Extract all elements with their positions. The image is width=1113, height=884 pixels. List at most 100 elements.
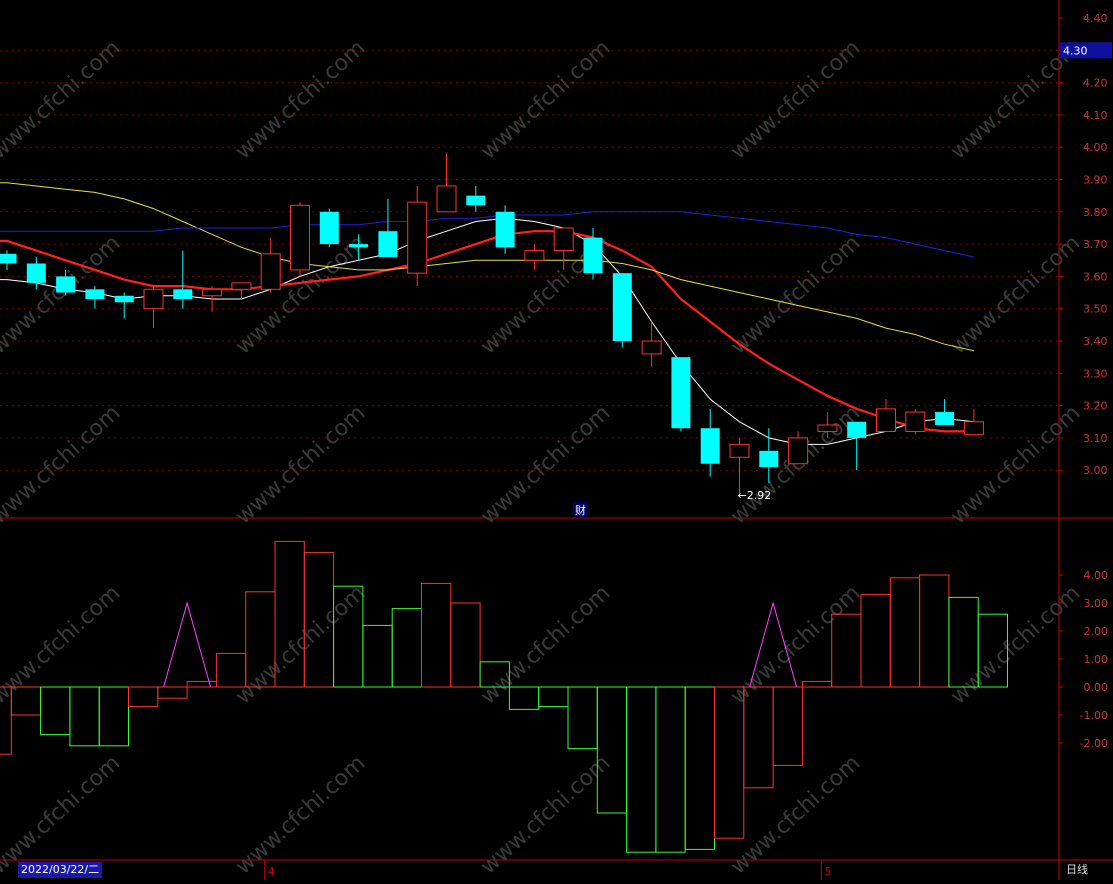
candle-body-up [202, 288, 223, 297]
candle [378, 198, 398, 258]
indicator-tick-label: -2.00 [1080, 737, 1108, 750]
price-tick-label: 3.20 [1083, 400, 1108, 413]
candle-body-down [847, 421, 867, 438]
candle-body-up [260, 253, 281, 290]
candle-body-down [319, 211, 339, 245]
candle [260, 237, 281, 293]
candle-body-up [231, 282, 252, 290]
watermark-layer: www.cfchi.com www.cfchi.com www.cfchi.com w… [0, 36, 1085, 880]
indicator-bar [128, 686, 159, 708]
candlestick-chart[interactable]: www.cfchi.com www.cfchi.com www.cfchi.com w… [0, 0, 1113, 880]
indicator-bar [684, 686, 716, 850]
indicator-bar [421, 582, 452, 688]
candle [729, 437, 750, 497]
low-price-annotation: ←2.92 [738, 489, 772, 502]
candle-body-down [935, 412, 955, 425]
candle-body-down [378, 231, 398, 258]
price-tick-label: 3.00 [1083, 464, 1108, 477]
candle [290, 202, 310, 277]
candle-body-up [290, 204, 310, 271]
watermark-text: www.cfchi.com [946, 231, 1085, 360]
indicator-tick-label: 2.00 [1084, 625, 1109, 638]
indicator-bar [655, 686, 686, 853]
indicator-bar [538, 686, 569, 708]
candle-body-down [0, 253, 17, 264]
candle [935, 399, 955, 425]
candle [524, 244, 545, 270]
price-tick-label: 3.30 [1083, 367, 1108, 380]
candle-body-down [700, 428, 720, 464]
price-tick-label: 3.10 [1083, 432, 1108, 445]
watermark-text: www.cfchi.com [231, 581, 370, 710]
indicator-bar [391, 608, 423, 688]
month-label: 4 [268, 865, 275, 878]
candle [671, 357, 691, 432]
candle-body-down [759, 450, 779, 467]
candle-body-down [349, 244, 369, 248]
indicator-tick-label: 3.00 [1084, 597, 1109, 610]
candle-body-down [495, 211, 515, 248]
candle [700, 408, 720, 477]
candle-body-up [905, 411, 926, 432]
candle-body-down [85, 289, 105, 300]
watermark-text: www.cfchi.com [946, 401, 1085, 530]
indicator-bar [889, 577, 921, 688]
candle-body-up [788, 437, 809, 465]
period-label[interactable]: 日线 [1066, 862, 1088, 878]
indicator-bar [860, 594, 891, 688]
indicator-tick-label: 4.00 [1084, 569, 1109, 582]
candle-body-up [729, 443, 750, 458]
watermark-text: www.cfchi.com [946, 581, 1085, 710]
candle [788, 431, 809, 465]
price-tick-label: 4.40 [1083, 12, 1108, 25]
candle [0, 250, 17, 270]
indicator-bar [596, 686, 628, 814]
chart-root: www.cfchi.com www.cfchi.com www.cfchi.com w… [0, 0, 1113, 880]
candle [612, 273, 632, 348]
price-tick-label: 4.10 [1083, 109, 1108, 122]
candle [114, 292, 134, 319]
indicator-triangle [163, 601, 212, 688]
price-tick-label: 3.40 [1083, 335, 1108, 348]
indicator-tick-label: -1.00 [1080, 709, 1108, 722]
watermark-text: www.cfchi.com [726, 36, 865, 165]
indicator-bar [69, 686, 100, 747]
candle [436, 153, 457, 213]
watermark-text: www.cfchi.com [476, 36, 615, 165]
candle-body-down [114, 295, 134, 303]
price-tick-label: 3.50 [1083, 303, 1108, 316]
watermark-text: www.cfchi.com [726, 581, 865, 710]
candle-body-down [26, 263, 46, 283]
indicator-bar [98, 686, 129, 747]
candle-body-down [173, 289, 193, 300]
candle-body-up [553, 227, 574, 252]
candle-body-down [671, 357, 691, 429]
candle [85, 286, 105, 309]
candle [905, 408, 926, 435]
watermark-text: www.cfchi.com [0, 401, 125, 530]
selected-date-label: 2022/03/22/二 [18, 862, 103, 878]
candle-body-up [407, 201, 428, 274]
indicator-bar [40, 686, 71, 736]
candle-body-up [436, 185, 457, 213]
candle-body-up [143, 288, 164, 310]
indicator-bar [626, 686, 657, 853]
candle-body-up [641, 340, 662, 355]
candle [495, 205, 515, 254]
price-tick-label: 4.00 [1083, 141, 1108, 154]
watermark-text: www.cfchi.com [231, 36, 370, 165]
candle [466, 185, 486, 212]
price-tick-label: 3.80 [1083, 206, 1108, 219]
marker-label: 财 [575, 503, 586, 517]
price-tick-label: 4.20 [1083, 77, 1108, 90]
month-label: 5 [824, 865, 831, 878]
candle [173, 250, 193, 309]
indicator-bar [772, 686, 803, 766]
candle-body-up [817, 424, 838, 432]
watermark-text: www.cfchi.com [726, 231, 865, 360]
indicator-tick-label: 0.00 [1084, 681, 1109, 694]
indicator-bar [450, 602, 481, 688]
candle [407, 185, 428, 287]
candle [847, 421, 867, 471]
indicator-bar [714, 686, 745, 839]
